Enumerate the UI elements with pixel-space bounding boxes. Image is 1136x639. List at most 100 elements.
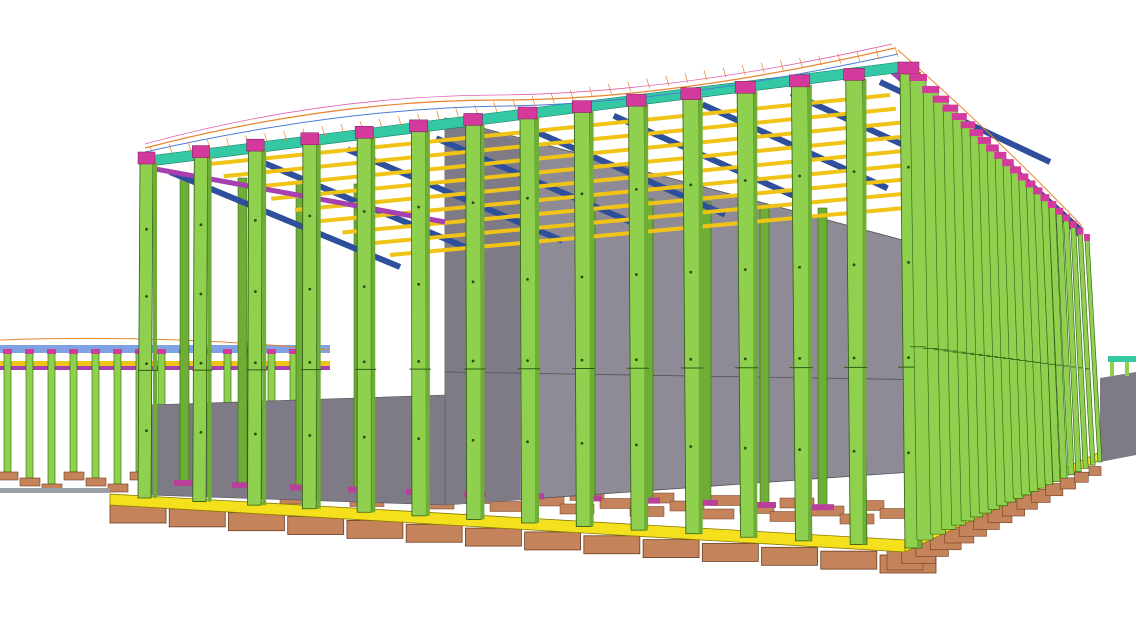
column-bolt <box>907 451 910 455</box>
column-side <box>425 129 430 516</box>
column-bolt <box>852 263 856 267</box>
column-bolt <box>852 449 856 453</box>
column-bolt <box>253 218 257 222</box>
column-bolt <box>145 227 148 231</box>
footing-pad <box>701 543 759 562</box>
roof-tick <box>436 110 440 121</box>
annex-cap-plate <box>157 349 166 354</box>
side-cap-plate <box>1055 207 1064 215</box>
front-column <box>463 113 486 520</box>
roof-tick <box>665 75 670 86</box>
column-bolt <box>253 432 257 436</box>
column-cap-plate <box>789 74 811 88</box>
column-bolt <box>852 170 856 174</box>
roof-tick <box>493 101 498 112</box>
column-bolt <box>308 360 312 364</box>
column-bolt <box>743 446 747 450</box>
column-bolt <box>526 359 529 362</box>
column-side <box>316 142 321 509</box>
roof-tick <box>646 78 651 89</box>
annex-column <box>47 351 56 485</box>
column-body <box>247 147 263 506</box>
structural-model-view <box>0 0 1136 639</box>
column-bolt <box>743 179 747 182</box>
annex-column <box>25 351 34 479</box>
right-annex-column <box>1125 362 1129 376</box>
column-side <box>807 84 812 541</box>
column-bolt <box>634 443 638 447</box>
column-side <box>262 149 267 506</box>
footing-pad <box>228 512 285 532</box>
side-cap-plate <box>951 113 967 121</box>
annex-column <box>3 351 12 473</box>
column-bolt <box>199 430 203 434</box>
footing-pad <box>287 516 345 535</box>
column-bolt <box>145 362 148 365</box>
front-column <box>246 138 268 506</box>
column-body <box>465 122 482 520</box>
column-side <box>480 123 485 520</box>
annex-cap-plate <box>113 349 122 354</box>
right-far-wall <box>1100 372 1136 462</box>
column-bolt <box>145 429 148 433</box>
column-body <box>411 128 427 517</box>
back-column <box>817 207 828 507</box>
column-side <box>371 136 376 513</box>
column-bolt <box>907 356 910 359</box>
side-footing-pad <box>1059 477 1076 490</box>
roof-tick <box>894 47 899 58</box>
column-bolt <box>634 273 638 276</box>
column-cap-plate <box>354 126 374 139</box>
roof-tick <box>760 62 765 73</box>
column-bolt <box>471 359 475 363</box>
roof-tick <box>875 49 880 60</box>
model-canvas <box>0 43 1136 574</box>
column-cap-plate <box>680 87 701 100</box>
column-bolt <box>907 261 910 264</box>
side-cap-plate <box>1069 220 1077 228</box>
side-cap-plate <box>1032 187 1043 195</box>
column-cap-plate <box>626 93 647 107</box>
annex-cap-plate <box>267 349 276 354</box>
column-bolt <box>689 270 693 274</box>
column-bolt <box>798 265 802 269</box>
column-cap-plate <box>463 113 483 126</box>
back-base-plate <box>812 504 834 511</box>
front-column <box>137 151 158 499</box>
side-cap-plate <box>960 121 976 129</box>
footing-pad <box>405 523 463 543</box>
column-bolt <box>689 183 693 187</box>
column-bolt <box>689 445 693 448</box>
back-column <box>237 177 248 485</box>
column-bolt <box>634 358 638 362</box>
annex-cap-plate <box>223 349 232 354</box>
annex-footing <box>107 483 129 493</box>
roof-tick <box>589 86 593 98</box>
column-bolt <box>471 280 475 284</box>
column-bolt <box>798 174 802 178</box>
column-bolt <box>580 275 584 279</box>
column-side <box>535 117 539 523</box>
front-column <box>300 132 322 510</box>
annex-footing <box>85 477 107 487</box>
column-bolt <box>199 361 203 365</box>
footing-pad <box>583 535 641 555</box>
roof-tick <box>569 89 574 101</box>
column-bolt <box>907 165 910 169</box>
right-annex-beam <box>1108 356 1136 362</box>
column-body <box>301 141 318 510</box>
back-base-plate <box>754 502 776 508</box>
column-side <box>207 155 212 502</box>
column-body <box>137 160 154 499</box>
annex-cap-plate <box>47 349 56 354</box>
roof-tick <box>627 81 631 92</box>
side-cap-plate <box>1047 200 1057 208</box>
column-bolt <box>689 357 693 361</box>
column-bolt <box>743 268 747 272</box>
column-cap-plate <box>409 119 429 133</box>
column-bolt <box>362 360 366 364</box>
annex-cap-plate <box>25 349 34 354</box>
column-body <box>628 102 648 531</box>
front-column <box>517 106 540 524</box>
annex-column <box>91 351 100 479</box>
